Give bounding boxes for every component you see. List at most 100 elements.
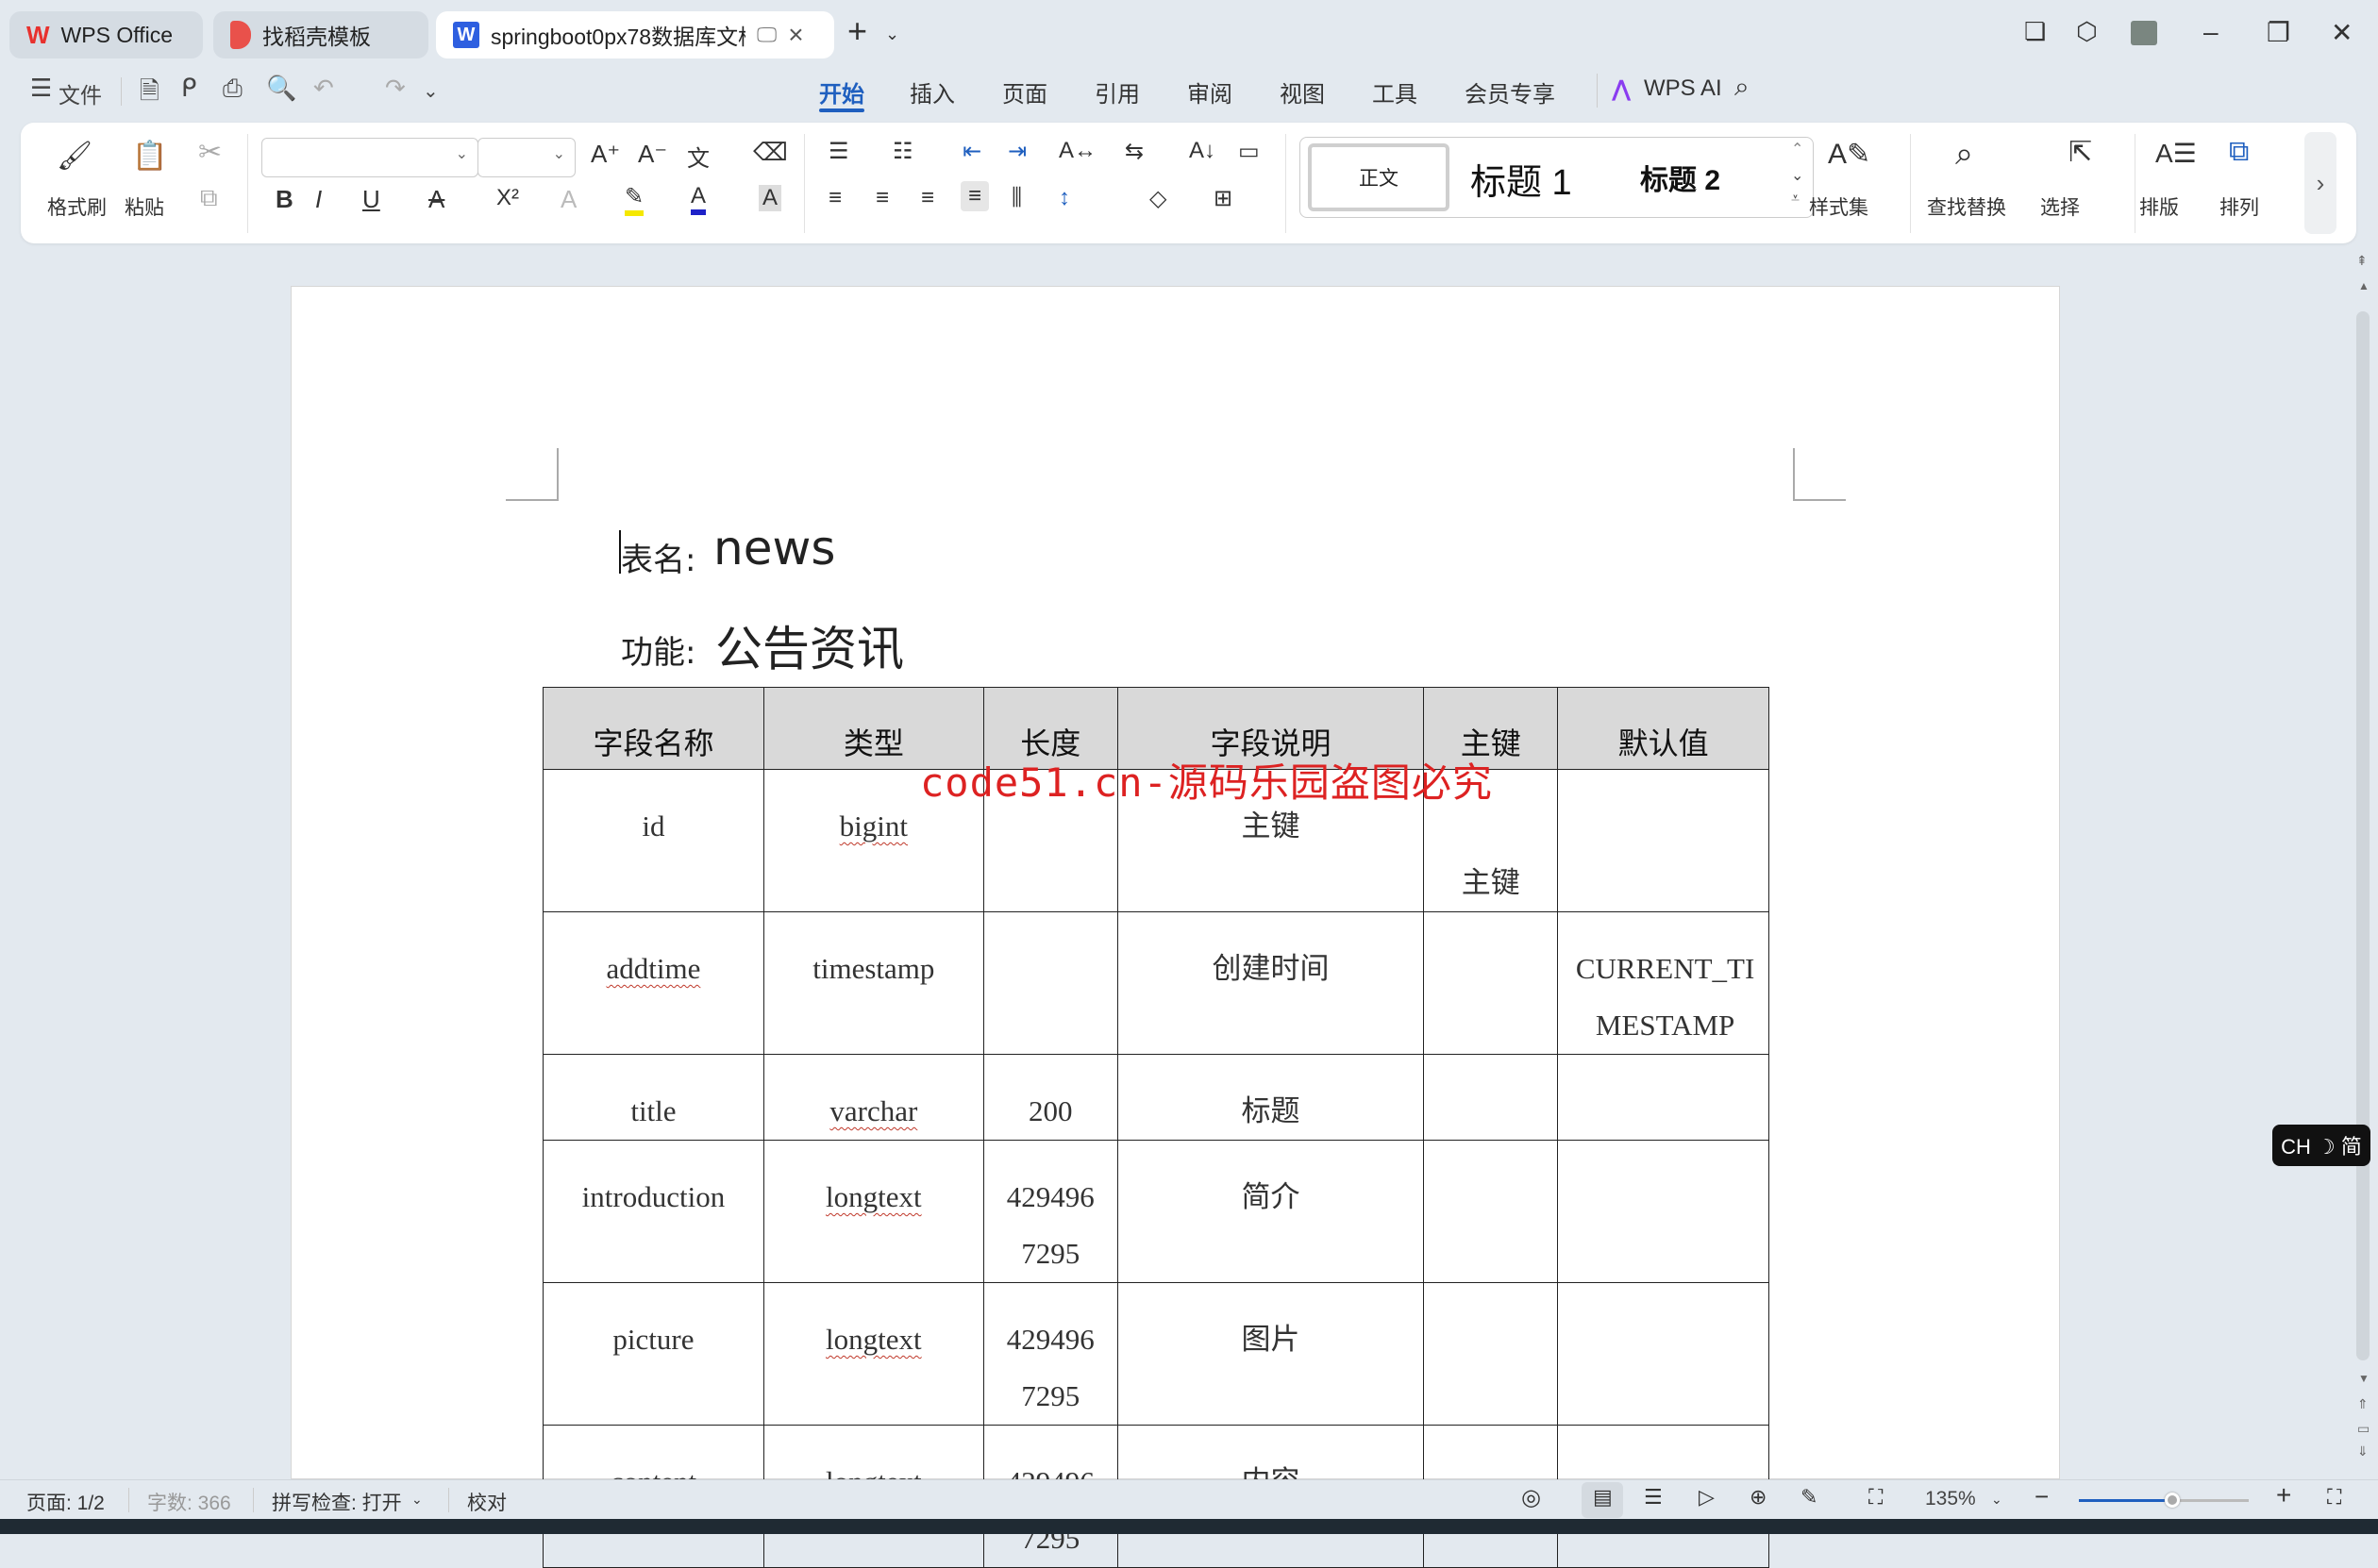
style-set-icon[interactable]: A✎ [1828,138,1870,171]
cell-name[interactable]: addtime [543,911,764,1055]
cell-name[interactable]: id [543,769,764,912]
tab-tools[interactable]: 工具 [1372,75,1417,108]
align-right-icon[interactable]: ≡ [921,185,934,211]
close-window-button[interactable]: ✕ [2331,17,2353,48]
avatar[interactable] [2131,21,2157,45]
align-center-icon[interactable]: ≡ [876,185,889,211]
cell-desc[interactable]: 图片 [1116,1282,1425,1426]
outline-view-icon[interactable]: ☰ [1644,1485,1663,1510]
paste-icon[interactable]: 📋 [132,140,167,173]
tab-home[interactable]: 开始 [819,75,864,108]
monitor-icon[interactable]: 🖵 [757,23,777,47]
cell-length[interactable]: 4294967295 [982,1282,1118,1426]
highlight-icon[interactable]: ✎ [625,183,645,216]
font-name-select[interactable]: ⌄ [261,138,478,177]
font-size-select[interactable]: ⌄ [477,138,576,177]
cell-pk[interactable] [1423,1054,1559,1141]
tab-review[interactable]: 审阅 [1187,75,1232,108]
find-replace-button[interactable]: 查找替换 [1927,192,2006,221]
layout-icon[interactable]: A☰ [2155,138,2197,169]
justify-icon[interactable]: ≡ [961,181,990,211]
chevron-down-icon[interactable]: ⌄ [411,1492,423,1508]
print-icon[interactable]: ⎙ [223,74,243,104]
layout-button[interactable]: 排版 [2139,192,2179,221]
format-painter-icon[interactable]: 🖌 [57,140,92,173]
redo-icon[interactable]: ↷ [385,74,406,103]
file-menu[interactable]: 文件 [59,77,102,109]
cell-length[interactable] [982,911,1118,1055]
align-left-icon[interactable]: ≡ [829,185,842,211]
cell-desc[interactable]: 创建时间 [1116,911,1425,1055]
proofread-button[interactable]: 校对 [467,1488,507,1516]
arrange-button[interactable]: 排列 [2219,192,2259,221]
ruler-icon[interactable]: ▭ [1238,138,1260,165]
copy-icon[interactable]: ⧉ [200,183,218,213]
cell-default[interactable] [1557,1282,1769,1426]
zoom-in-icon[interactable]: + [2276,1480,2291,1510]
font-color-icon[interactable]: A [691,183,707,215]
cube-icon[interactable]: ⬡ [2076,17,2098,46]
ribbon-expand-right-icon[interactable]: › [2304,132,2336,234]
line-spacing-icon[interactable]: ↕ [1059,185,1070,211]
scroll-top-icon[interactable]: ⇞ [2356,253,2368,269]
search-icon[interactable]: ⌕ [1734,72,1750,103]
distribute-icon[interactable]: ⫼ [1012,185,1022,211]
tab-view[interactable]: 视图 [1280,75,1325,108]
eye-protection-icon[interactable]: ◎ [1521,1484,1541,1511]
styles-scroll-up-icon[interactable]: ⌃ [1791,140,1803,158]
cell-length[interactable]: 4294967295 [982,1140,1118,1283]
cell-default[interactable] [1557,1054,1769,1141]
cell-name[interactable]: title [543,1054,764,1141]
decrease-font-icon[interactable]: A⁻ [638,140,667,169]
cell-name[interactable]: picture [543,1282,764,1426]
cell-type[interactable]: longtext [762,1140,984,1283]
increase-font-icon[interactable]: A⁺ [591,140,620,169]
pdf-icon[interactable]: ᑭ [181,74,196,103]
minimize-button[interactable]: – [2203,17,2219,47]
style-normal[interactable]: 正文 [1308,143,1449,211]
arrange-icon[interactable]: ⧉ [2229,136,2249,168]
shading-icon[interactable]: ◇ [1149,185,1166,212]
style-heading-1[interactable]: 标题 1 [1470,153,1572,205]
paste-button[interactable]: 粘贴 [125,192,164,221]
page-indicator[interactable]: 页面: 1/2 [26,1488,105,1516]
char-shading-icon[interactable]: A [759,185,782,211]
wps-ai-button[interactable]: WPS AI [1644,75,1722,102]
strikethrough-icon[interactable]: A [428,185,444,214]
cell-pk[interactable] [1423,1282,1559,1426]
restore-button[interactable]: ❐ [2267,17,2290,48]
tab-member[interactable]: 会员专享 [1465,75,1555,108]
text-effect-icon[interactable]: A [561,185,577,214]
zoom-dropdown-icon[interactable]: ⌄ [1991,1492,2002,1508]
bullet-list-icon[interactable]: ☰ [829,138,849,165]
page-view-icon[interactable]: ▤ [1593,1485,1613,1510]
next-page-icon[interactable]: ⇓ [2357,1443,2369,1460]
styles-scroll-down-icon[interactable]: ⌄ [1791,166,1803,185]
text-direction-icon[interactable]: ⇆ [1125,138,1144,165]
cell-desc[interactable]: 标题 [1116,1054,1425,1141]
fullscreen-icon[interactable]: ⛶ [2327,1485,2341,1510]
pen-icon[interactable]: ✎ [1800,1485,1817,1510]
fit-page-icon[interactable]: ⛶ [1868,1485,1883,1510]
find-replace-icon[interactable]: ⌕ [1955,136,1973,173]
zoom-level[interactable]: 135% [1925,1488,1976,1510]
select-browse-object-icon[interactable]: ▭ [2357,1421,2370,1437]
tab-page[interactable]: 页面 [1002,75,1047,108]
tab-document[interactable]: W springboot0px78数据库文档 🖵 × [436,11,834,58]
close-tab-icon[interactable]: × [788,20,803,50]
tab-insert[interactable]: 插入 [910,75,955,108]
scroll-down-icon[interactable]: ▼ [2358,1372,2370,1385]
decrease-indent-icon[interactable]: ⇤ [963,138,981,165]
tab-references[interactable]: 引用 [1095,75,1140,108]
styles-expand-icon[interactable]: ⩡ [1791,191,1800,208]
undo-icon[interactable]: ↶ [313,74,334,103]
web-view-icon[interactable]: ⊕ [1750,1485,1767,1510]
numbered-list-icon[interactable]: ☷ [893,138,913,165]
tab-wps-office[interactable]: W WPS Office [9,11,203,58]
cell-type[interactable]: timestamp [762,911,984,1055]
tab-list-dropdown-icon[interactable]: ⌄ [885,25,899,44]
italic-icon[interactable]: I [315,185,322,214]
spell-check-toggle[interactable]: 拼写检查: 打开 [272,1488,402,1516]
zoom-slider-handle[interactable] [2165,1493,2180,1508]
cell-pk[interactable] [1423,1140,1559,1283]
